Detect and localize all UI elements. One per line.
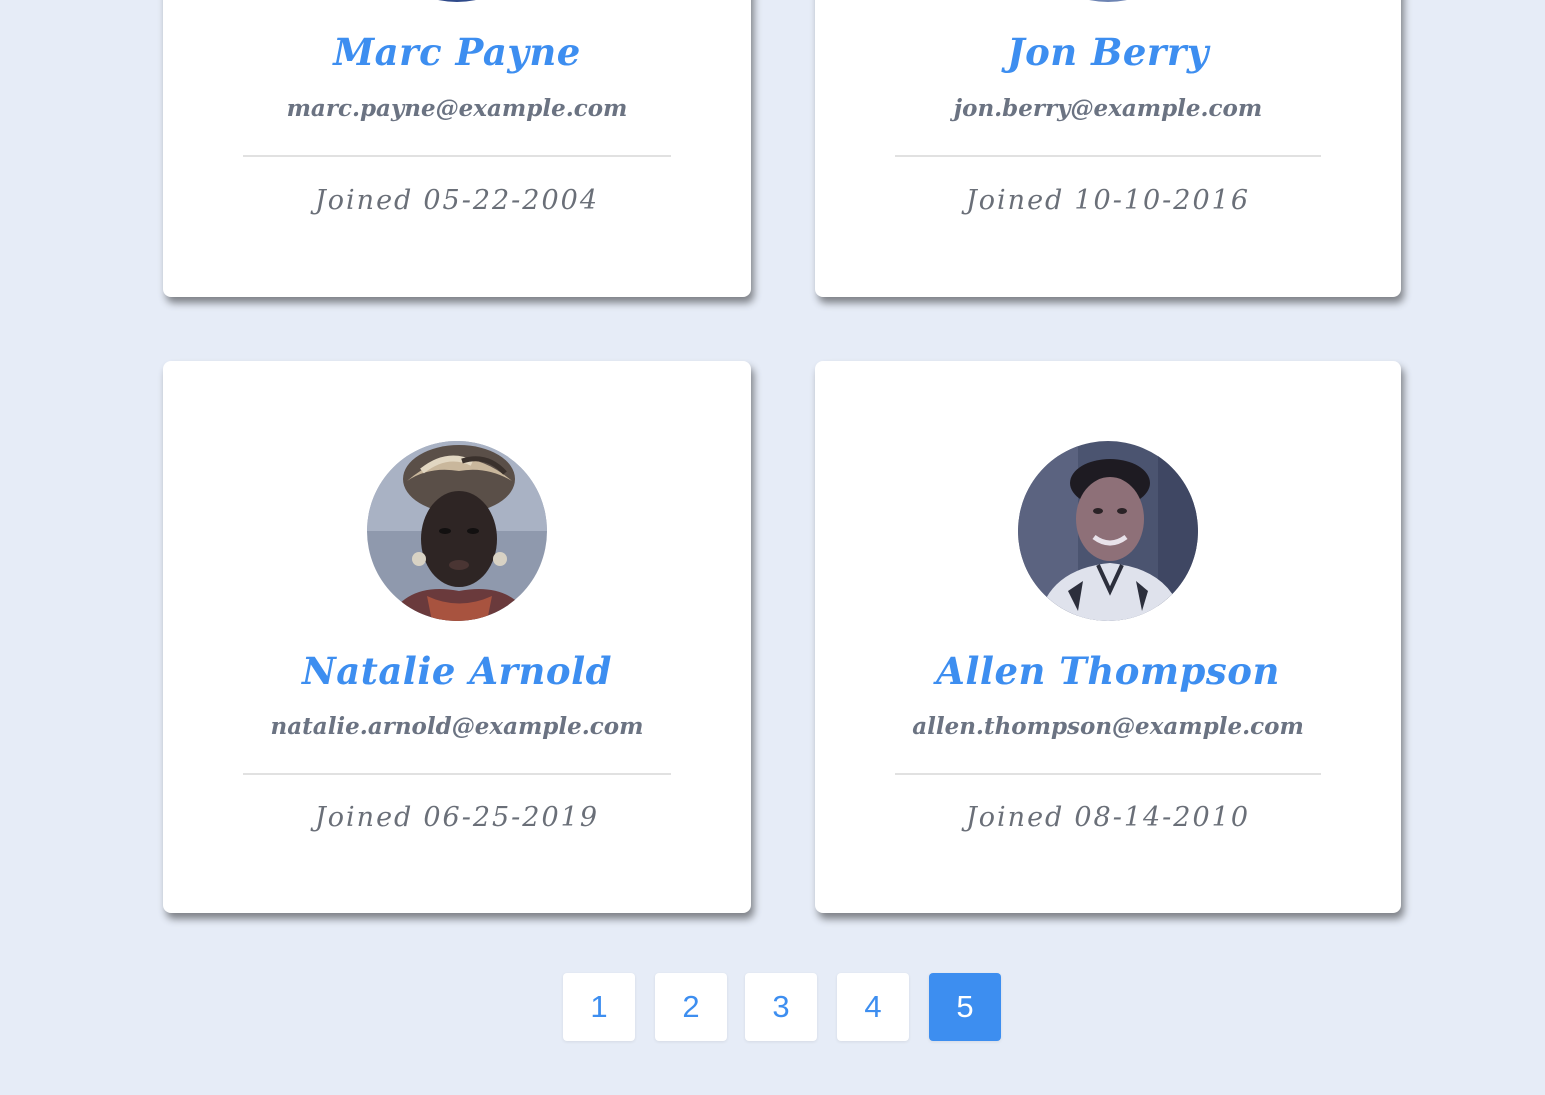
divider <box>895 155 1321 157</box>
joined-date: Joined 10-10-2016 <box>815 185 1401 216</box>
joined-date-value: 10-10-2016 <box>1074 185 1251 216</box>
page-button-5[interactable]: 5 <box>929 973 1001 1041</box>
joined-date: Joined 06-25-2019 <box>163 802 751 833</box>
page-button-1[interactable]: 1 <box>563 973 635 1041</box>
divider <box>243 773 671 775</box>
avatar <box>1018 0 1198 2</box>
avatar <box>367 0 547 2</box>
user-email: natalie.arnold@example.com <box>270 713 644 740</box>
joined-label: Joined <box>314 185 414 216</box>
joined-date-value: 08-14-2010 <box>1074 802 1251 833</box>
user-name: Natalie Arnold <box>301 649 613 693</box>
user-email: marc.payne@example.com <box>286 95 628 122</box>
user-email: allen.thompson@example.com <box>912 713 1304 740</box>
user-card: Natalie Arnold natalie.arnold@example.co… <box>163 361 751 913</box>
user-name: Allen Thompson <box>936 649 1280 693</box>
page-button-2[interactable]: 2 <box>655 973 727 1041</box>
avatar <box>367 441 547 621</box>
joined-label: Joined <box>314 802 414 833</box>
user-card: Marc Payne marc.payne@example.com Joined… <box>163 0 751 297</box>
joined-date-value: 06-25-2019 <box>423 802 600 833</box>
divider <box>243 155 671 157</box>
joined-label: Joined <box>965 185 1065 216</box>
user-email: jon.berry@example.com <box>953 95 1263 122</box>
divider <box>895 773 1321 775</box>
joined-label: Joined <box>965 802 1065 833</box>
joined-date-value: 05-22-2004 <box>423 185 600 216</box>
joined-date: Joined 08-14-2010 <box>815 802 1401 833</box>
joined-date: Joined 05-22-2004 <box>163 185 751 216</box>
user-name: Jon Berry <box>1007 30 1209 74</box>
page-button-3[interactable]: 3 <box>745 973 817 1041</box>
user-card: Allen Thompson allen.thompson@example.co… <box>815 361 1401 913</box>
avatar <box>1018 441 1198 621</box>
page-button-4[interactable]: 4 <box>837 973 909 1041</box>
user-name: Marc Payne <box>333 30 581 74</box>
user-card: Jon Berry jon.berry@example.com Joined 10… <box>815 0 1401 297</box>
